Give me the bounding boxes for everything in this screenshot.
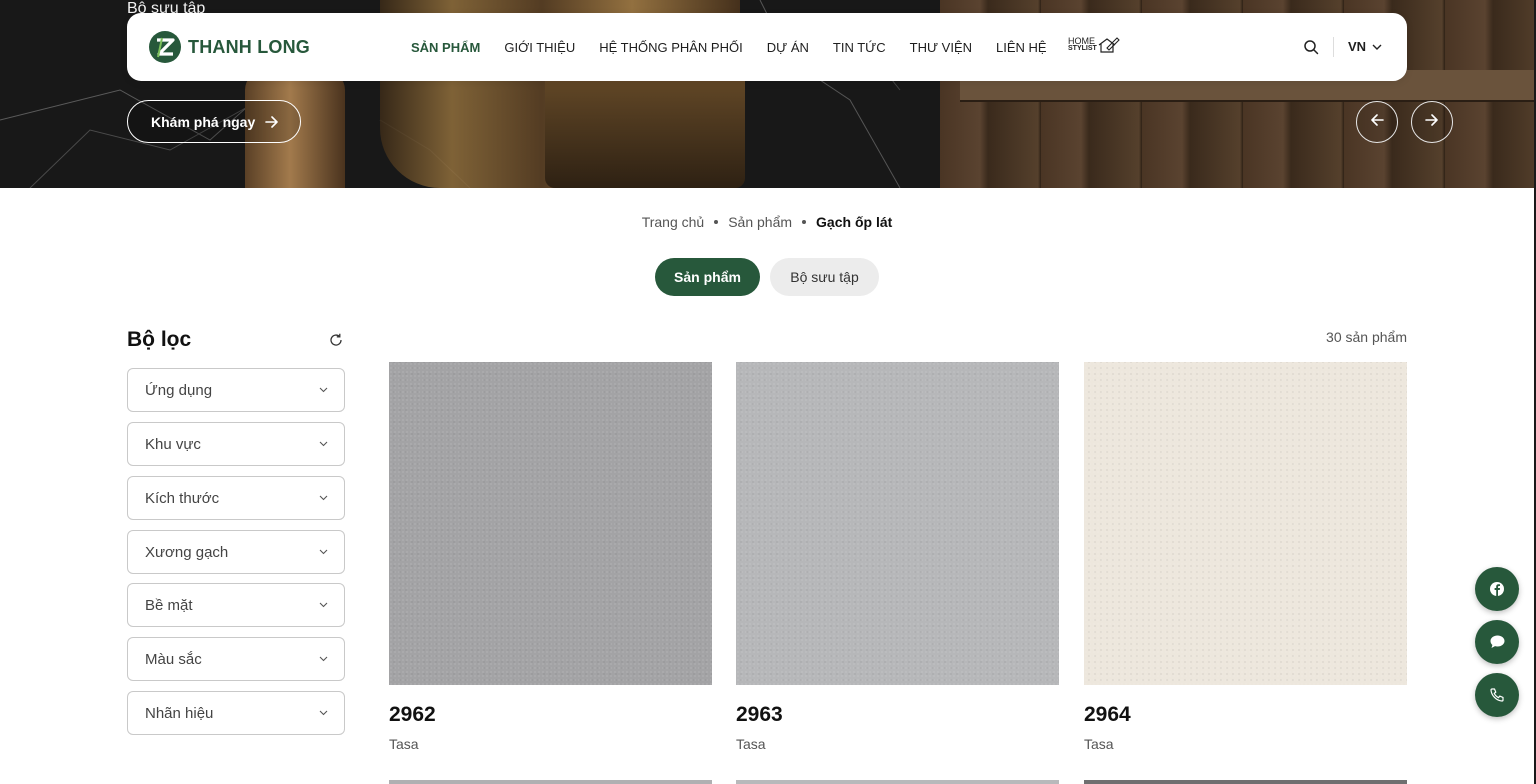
product-image[interactable] (736, 362, 1059, 685)
filter-kich-thuoc[interactable]: Kích thước (127, 476, 345, 520)
explore-now-button[interactable]: Khám phá ngay (127, 100, 301, 143)
filter-xuong-gach[interactable]: Xương gạch (127, 530, 345, 574)
home-stylist-text: HOME STYLIST (1068, 37, 1097, 53)
product-brand: Tasa (1084, 736, 1114, 752)
product-image[interactable] (1084, 362, 1407, 685)
language-label: VN (1348, 39, 1367, 54)
search-icon (1304, 40, 1319, 55)
chevron-down-icon (319, 495, 328, 501)
home-stylist-link[interactable]: HOME STYLIST (1068, 36, 1121, 54)
logo[interactable]: THANH LONG (148, 30, 310, 64)
product-card[interactable]: 2964 Tasa (1084, 362, 1407, 752)
product-image[interactable] (389, 362, 712, 685)
filter-nhan-hieu[interactable]: Nhãn hiệu (127, 691, 345, 735)
nav-item-gioi-thieu[interactable]: GIỚI THIỆU (504, 40, 575, 55)
breadcrumb: Trang chủ Sản phẩm Gạch ốp lát (0, 214, 1534, 230)
reset-filter-button[interactable] (328, 332, 344, 353)
explore-now-label: Khám phá ngay (151, 113, 256, 130)
nav-item-san-pham[interactable]: SẢN PHẨM (411, 40, 480, 55)
tab-bo-suu-tap[interactable]: Bộ sưu tập (770, 258, 879, 296)
product-brand: Tasa (736, 736, 766, 752)
breadcrumb-home[interactable]: Trang chủ (642, 214, 705, 230)
filter-khu-vuc[interactable]: Khu vực (127, 422, 345, 466)
chevron-down-icon (319, 656, 328, 662)
filter-label: Khu vực (145, 435, 201, 453)
product-image-partial[interactable] (1084, 780, 1407, 784)
product-image-partial[interactable] (736, 780, 1059, 784)
filter-title: Bộ lọc (127, 328, 192, 351)
product-card[interactable]: 2962 Tasa (389, 362, 712, 752)
filter-be-mat[interactable]: Bề mặt (127, 583, 345, 627)
chevron-down-icon (319, 441, 328, 447)
chevron-down-icon (1372, 44, 1382, 50)
tab-san-pham[interactable]: Sản phẩm (655, 258, 760, 296)
logo-text: THANH LONG (188, 36, 310, 57)
filter-label: Nhãn hiệu (145, 704, 214, 722)
search-button[interactable] (1303, 39, 1319, 60)
nav-item-tin-tuc[interactable]: TIN TỨC (833, 40, 886, 55)
chevron-down-icon (319, 549, 328, 555)
filter-label: Xương gạch (145, 543, 229, 561)
product-name[interactable]: 2964 (1084, 703, 1407, 727)
arrow-left-icon (1370, 113, 1384, 131)
facebook-icon (1490, 582, 1504, 596)
filter-ung-dung[interactable]: Ứng dụng (127, 368, 345, 412)
filter-label: Ứng dụng (145, 381, 213, 399)
product-count: 30 sản phẩm (1326, 329, 1407, 345)
chat-button[interactable] (1475, 620, 1519, 664)
phone-icon (1490, 688, 1504, 702)
chevron-down-icon (319, 387, 328, 393)
breadcrumb-separator (714, 220, 719, 224)
refresh-icon (330, 333, 342, 346)
breadcrumb-products[interactable]: Sản phẩm (728, 214, 792, 230)
arrow-right-icon (265, 115, 279, 128)
product-image-partial[interactable] (389, 780, 712, 784)
nav-item-he-thong-phan-phoi[interactable]: HỆ THỐNG PHÂN PHỐI (599, 40, 743, 55)
view-tabs: Sản phẩm Bộ sưu tập (655, 258, 879, 296)
chevron-down-icon (319, 602, 328, 608)
main-nav: SẢN PHẨM GIỚI THIỆU HỆ THỐNG PHÂN PHỐI D… (411, 13, 1071, 81)
chevron-down-icon (319, 710, 328, 716)
filter-label: Kích thước (145, 489, 220, 507)
house-pen-icon (1098, 37, 1120, 53)
slide-prev-button[interactable] (1356, 101, 1398, 143)
product-name[interactable]: 2962 (389, 703, 712, 727)
main-header: THANH LONG SẢN PHẨM GIỚI THIỆU HỆ THỐNG … (127, 13, 1407, 81)
nav-item-du-an[interactable]: DỰ ÁN (767, 40, 809, 55)
product-card[interactable]: 2963 Tasa (736, 362, 1059, 752)
language-selector[interactable]: VN (1348, 39, 1382, 54)
filter-mau-sac[interactable]: Màu sắc (127, 637, 345, 681)
filter-label: Bề mặt (145, 596, 193, 614)
phone-button[interactable] (1475, 673, 1519, 717)
product-name[interactable]: 2963 (736, 703, 1059, 727)
product-brand: Tasa (389, 736, 419, 752)
breadcrumb-current: Gạch ốp lát (816, 214, 893, 230)
slide-next-button[interactable] (1411, 101, 1453, 143)
header-divider (1333, 37, 1334, 57)
nav-item-thu-vien[interactable]: THƯ VIỆN (910, 40, 972, 55)
filter-label: Màu sắc (145, 650, 202, 668)
facebook-button[interactable] (1475, 567, 1519, 611)
chat-icon (1490, 635, 1504, 648)
arrow-right-icon (1425, 113, 1439, 131)
home-stylist-bottom: STYLIST (1068, 45, 1097, 52)
logo-mark-icon (149, 31, 181, 63)
nav-item-lien-he[interactable]: LIÊN HỆ (996, 40, 1047, 55)
breadcrumb-separator (802, 220, 807, 224)
